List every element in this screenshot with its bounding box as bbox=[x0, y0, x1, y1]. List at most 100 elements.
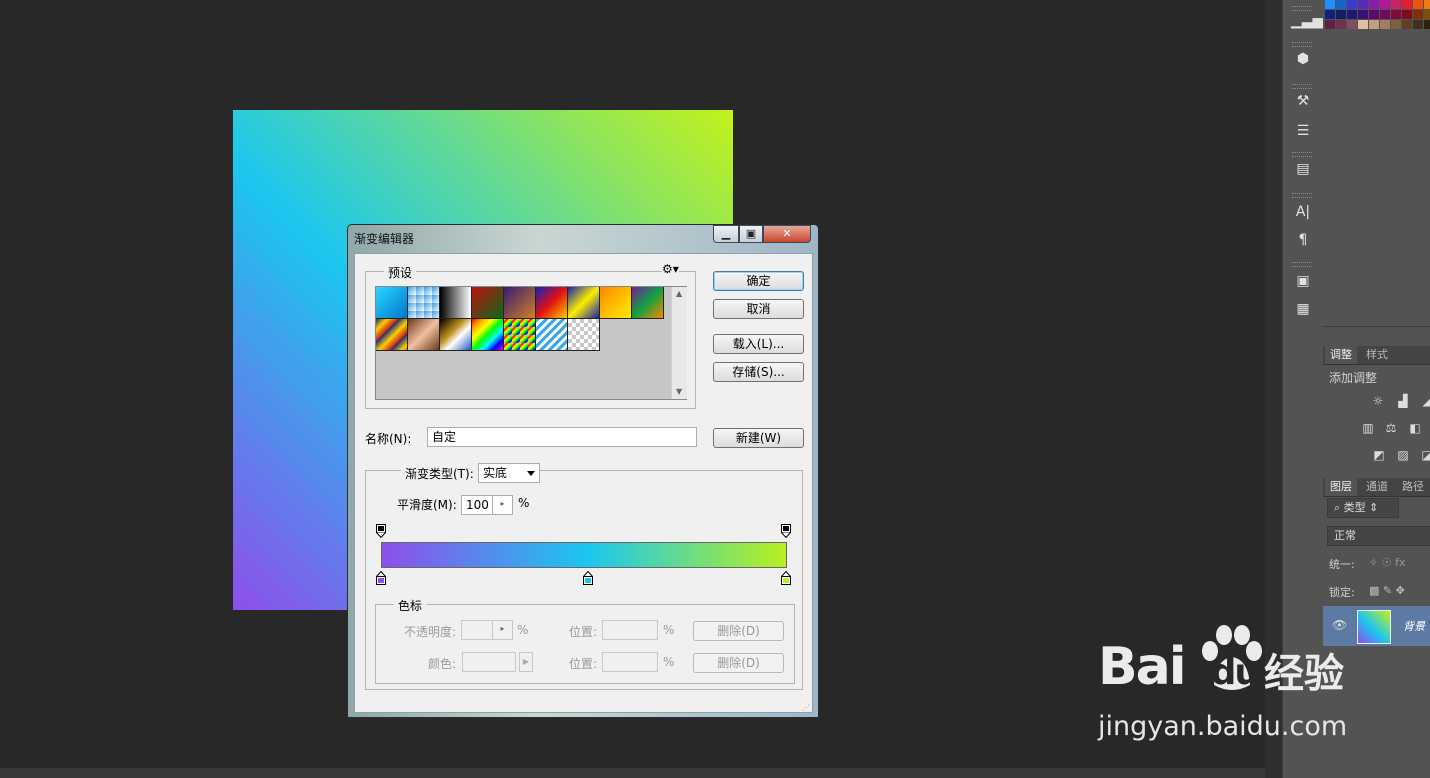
tab-styles[interactable]: 样式 bbox=[1361, 346, 1393, 364]
strip-grip[interactable] bbox=[1292, 42, 1312, 47]
color-swatch[interactable] bbox=[1358, 10, 1368, 19]
color-stop-lime[interactable] bbox=[781, 571, 791, 585]
resize-grip-icon[interactable]: ⋰ bbox=[802, 703, 810, 712]
preset-blue-red-yellow[interactable] bbox=[536, 287, 568, 319]
color-stop-cyan[interactable] bbox=[583, 571, 593, 585]
color-swatch[interactable] bbox=[1402, 10, 1412, 19]
unify-icons[interactable]: ✧ ☉ fx bbox=[1369, 556, 1405, 569]
preset-stripes[interactable] bbox=[376, 319, 408, 351]
opacity-location-input[interactable] bbox=[602, 620, 658, 640]
color-stop-purple[interactable] bbox=[376, 571, 386, 585]
color-swatch[interactable] bbox=[1424, 10, 1430, 19]
color-swatch[interactable] bbox=[1358, 0, 1368, 9]
character-icon[interactable]: A| bbox=[1291, 201, 1315, 223]
strip-grip[interactable] bbox=[1292, 152, 1312, 157]
scroll-down-icon[interactable]: ▼ bbox=[676, 387, 682, 396]
color-swatch[interactable] bbox=[1369, 10, 1379, 19]
color-swatch[interactable] bbox=[1369, 20, 1379, 29]
color-swatch[interactable] bbox=[1336, 10, 1346, 19]
color-swatch[interactable] bbox=[1391, 20, 1401, 29]
brightness-icon[interactable]: ☼ bbox=[1370, 394, 1386, 408]
preset-orange-yellow[interactable] bbox=[600, 287, 632, 319]
histogram-icon[interactable]: ▁▃▅ bbox=[1291, 10, 1323, 32]
strip-grip[interactable] bbox=[1292, 262, 1312, 267]
color-swatch[interactable] bbox=[1347, 10, 1357, 19]
strip-grip[interactable] bbox=[1292, 84, 1312, 89]
gradient-type-select[interactable]: 实底 bbox=[478, 463, 540, 483]
preset-fg-transparent[interactable] bbox=[408, 287, 440, 319]
tab-channels[interactable]: 通道 bbox=[1361, 478, 1393, 496]
color-swatch-field[interactable] bbox=[462, 652, 516, 672]
gradient-preview-bar[interactable] bbox=[381, 542, 787, 568]
selective-color-icon[interactable]: ◪ bbox=[1419, 448, 1430, 462]
close-button[interactable]: ✕ bbox=[763, 225, 811, 243]
lock-icons[interactable]: ▩ ✎ ✥ bbox=[1369, 584, 1405, 597]
preset-red-green[interactable] bbox=[472, 287, 504, 319]
delete-opacity-stop-button[interactable]: 删除(D) bbox=[693, 621, 784, 641]
preset-transparent-stripes[interactable] bbox=[536, 319, 568, 351]
color-swatch[interactable] bbox=[1347, 0, 1357, 9]
color-swatch[interactable] bbox=[1358, 20, 1368, 29]
vibrance-icon[interactable]: ▥ bbox=[1360, 421, 1376, 435]
load-button[interactable]: 载入(L)... bbox=[713, 334, 804, 354]
color-swatch[interactable] bbox=[1380, 0, 1390, 9]
blend-mode-select[interactable]: 正常 bbox=[1327, 526, 1430, 546]
notes-icon[interactable]: ▣ bbox=[1291, 270, 1315, 292]
preset-chrome[interactable] bbox=[440, 319, 472, 351]
levels-icon[interactable]: ▟ bbox=[1395, 394, 1411, 408]
black-white-icon[interactable]: ◧ bbox=[1407, 421, 1423, 435]
preset-violet-orange[interactable] bbox=[504, 287, 536, 319]
color-swatch[interactable] bbox=[1325, 10, 1335, 19]
color-swatch[interactable] bbox=[1380, 20, 1390, 29]
strip-grip[interactable] bbox=[1292, 193, 1312, 198]
color-swatch[interactable] bbox=[1413, 0, 1423, 9]
color-swatch[interactable] bbox=[1402, 0, 1412, 9]
opacity-stop-right[interactable] bbox=[781, 524, 791, 538]
color-swatch[interactable] bbox=[1424, 0, 1430, 9]
color-swatch[interactable] bbox=[1391, 0, 1401, 9]
properties-icon[interactable]: ▦ bbox=[1291, 298, 1315, 320]
smoothness-input[interactable]: 100 ▸ bbox=[461, 495, 513, 515]
tab-adjustments[interactable]: 调整 bbox=[1325, 346, 1357, 364]
name-input[interactable]: 自定 bbox=[427, 427, 697, 447]
opacity-input[interactable]: ▸ bbox=[461, 620, 513, 640]
paragraph-icon[interactable]: ¶ bbox=[1291, 229, 1315, 251]
tab-paths[interactable]: 路径 bbox=[1397, 478, 1429, 496]
ok-button[interactable]: 确定 bbox=[713, 271, 804, 291]
color-swatch[interactable] bbox=[1336, 20, 1346, 29]
brush-presets-icon[interactable]: ⚒ bbox=[1291, 90, 1315, 112]
color-swatch[interactable] bbox=[1347, 20, 1357, 29]
scroll-up-icon[interactable]: ▲ bbox=[676, 289, 682, 298]
color-swatch[interactable] bbox=[1402, 20, 1412, 29]
color-swatch[interactable] bbox=[1380, 10, 1390, 19]
preset-transparent[interactable] bbox=[568, 319, 600, 351]
preset-blue-yellow-blue[interactable] bbox=[568, 287, 600, 319]
preset-violet-green-orange[interactable] bbox=[632, 287, 664, 319]
color-swatch[interactable] bbox=[1325, 0, 1335, 9]
minimize-button[interactable]: ▁ bbox=[713, 225, 739, 243]
curves-icon[interactable]: ◢ bbox=[1419, 394, 1430, 408]
color-location-input[interactable] bbox=[602, 652, 658, 672]
color-swatch[interactable] bbox=[1391, 10, 1401, 19]
color-picker-arrow-icon[interactable]: ▶ bbox=[519, 652, 533, 672]
smoothness-spin-icon[interactable]: ▸ bbox=[492, 495, 512, 515]
gear-icon[interactable]: ⚙▾ bbox=[662, 262, 679, 276]
color-balance-icon[interactable]: ⚖ bbox=[1383, 421, 1399, 435]
preset-copper[interactable] bbox=[408, 319, 440, 351]
color-swatch[interactable] bbox=[1413, 10, 1423, 19]
preset-spectrum[interactable] bbox=[472, 319, 504, 351]
color-swatch[interactable] bbox=[1424, 20, 1430, 29]
preset-fg-bg[interactable] bbox=[376, 287, 408, 319]
tab-layers[interactable]: 图层 bbox=[1325, 478, 1357, 496]
layer-kind-filter[interactable]: ⌕ 类型 ⇕ bbox=[1327, 498, 1399, 518]
color-swatch[interactable] bbox=[1369, 0, 1379, 9]
3d-cube-icon[interactable]: ⬢ bbox=[1291, 48, 1315, 70]
preset-transparent-rainbow[interactable] bbox=[504, 319, 536, 351]
clone-source-icon[interactable]: ▤ bbox=[1291, 158, 1315, 180]
preset-black-white[interactable] bbox=[440, 287, 472, 319]
new-button[interactable]: 新建(W) bbox=[713, 428, 804, 448]
maximize-button[interactable]: ▣ bbox=[739, 225, 763, 243]
save-button[interactable]: 存储(S)... bbox=[713, 362, 804, 382]
brush-settings-icon[interactable]: ☰ bbox=[1291, 120, 1315, 142]
opacity-stop-left[interactable] bbox=[376, 524, 386, 538]
